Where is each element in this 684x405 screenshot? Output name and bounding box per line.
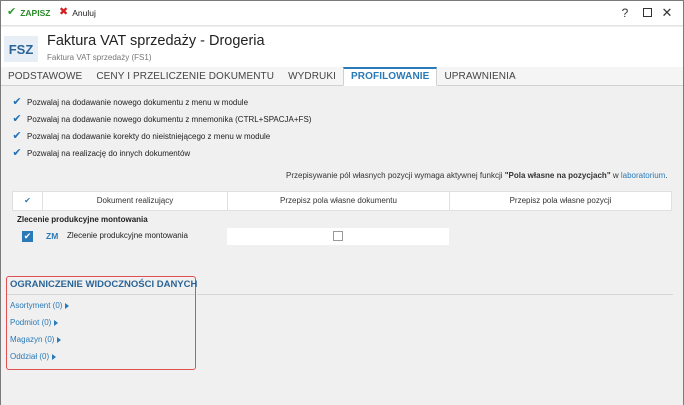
grid-header: ✔ Dokument realizujący Przepisz pola wła…	[12, 191, 672, 211]
filter-label: Asortyment (0)	[10, 301, 63, 310]
document-header: FSZ Faktura VAT sprzedaży - Drogeria Fak…	[1, 27, 683, 67]
filter-asortyment[interactable]: Asortyment (0)	[10, 301, 70, 310]
option-label: Pozwalaj na dodawanie korekty do nieistn…	[27, 131, 271, 141]
tab-profilowanie[interactable]: PROFILOWANIE	[343, 67, 438, 86]
filter-label: Magazyn (0)	[10, 335, 55, 344]
filter-oddzial[interactable]: Oddział (0)	[10, 352, 57, 361]
page-subtitle: Faktura VAT sprzedaży (FS1)	[47, 53, 152, 62]
tab-uprawnienia[interactable]: UPRAWNIENIA	[437, 67, 522, 86]
select-all-checkbox[interactable]: ✔	[13, 192, 43, 210]
table-row[interactable]: ✔ ZM Zlecenie produkcyjne montowania	[12, 228, 672, 245]
checkbox-checked-icon[interactable]: ✔	[12, 113, 22, 124]
tab-wydruki[interactable]: WYDRUKI	[281, 67, 343, 86]
expand-arrow-icon	[65, 302, 70, 309]
expand-arrow-icon	[57, 336, 62, 343]
filter-podmiot[interactable]: Podmiot (0)	[10, 318, 59, 327]
option-add-from-menu[interactable]: ✔ Pozwalaj na dodawanie nowego dokumentu…	[12, 96, 249, 107]
tab-content-profilowanie: ✔ Pozwalaj na dodawanie nowego dokumentu…	[1, 86, 683, 405]
toolbar: ✔ ZAPISZ ✖ Anuluj ? ✕	[1, 1, 683, 26]
filter-label: Podmiot (0)	[10, 318, 52, 327]
document-name: Zlecenie produkcyjne montowania	[67, 231, 188, 240]
option-add-from-mnemonic[interactable]: ✔ Pozwalaj na dodawanie nowego dokumentu…	[12, 113, 312, 124]
checkbox-checked-icon[interactable]: ✔	[12, 96, 22, 107]
document-definition-window: ✔ ZAPISZ ✖ Anuluj ? ✕ FSZ Faktura VAT sp…	[0, 0, 684, 405]
row-checkbox-checked-icon[interactable]: ✔	[22, 231, 33, 242]
section-divider	[197, 294, 673, 295]
save-button[interactable]: ✔ ZAPISZ	[7, 7, 50, 18]
option-label: Pozwalaj na dodawanie nowego dokumentu z…	[27, 97, 249, 107]
copy-doc-fields-checkbox[interactable]	[333, 231, 343, 241]
filter-label: Oddział (0)	[10, 352, 50, 361]
save-label: ZAPISZ	[20, 7, 51, 18]
filter-magazyn[interactable]: Magazyn (0)	[10, 335, 62, 344]
document-type-badge: FSZ	[4, 36, 38, 62]
column-header-document[interactable]: Dokument realizujący	[43, 192, 228, 210]
note-prefix: Przepisywanie pól własnych pozycji wymag…	[286, 171, 505, 180]
doc-fields-cell	[227, 228, 449, 245]
tab-ceny[interactable]: CENY I PRZELICZENIE DOKUMENTU	[89, 67, 281, 86]
checkbox-checked-icon[interactable]: ✔	[12, 130, 22, 141]
section-title: OGRANICZENIE WIDOCZNOŚCI DANYCH	[10, 279, 198, 290]
tab-podstawowe[interactable]: PODSTAWOWE	[1, 67, 89, 86]
checkmark-icon: ✔	[7, 6, 17, 18]
option-label: Pozwalaj na realizację do innych dokumen…	[27, 148, 191, 158]
document-code: ZM	[46, 231, 59, 241]
cancel-label: Anuluj	[72, 7, 96, 18]
laboratorium-link[interactable]: laboratorium	[621, 171, 665, 180]
option-add-correction[interactable]: ✔ Pozwalaj na dodawanie korekty do nieis…	[12, 130, 271, 141]
option-allow-realization[interactable]: ✔ Pozwalaj na realizację do innych dokum…	[12, 147, 191, 158]
column-header-doc-fields[interactable]: Przepisz pola własne dokumentu	[228, 192, 450, 210]
close-x-icon: ✖	[59, 6, 69, 18]
note-mid: w	[610, 171, 621, 180]
note-suffix: .	[665, 171, 668, 180]
maximize-icon[interactable]	[640, 6, 654, 20]
note-feature-name: "Pola własne na pozycjach"	[504, 171, 611, 180]
help-icon[interactable]: ?	[618, 6, 632, 20]
expand-arrow-icon	[52, 353, 57, 360]
custom-fields-note: Przepisywanie pól własnych pozycji wymag…	[286, 171, 668, 180]
cancel-button[interactable]: ✖ Anuluj	[59, 7, 96, 18]
expand-arrow-icon	[54, 319, 59, 326]
column-header-item-fields[interactable]: Przepisz pola własne pozycji	[450, 192, 671, 210]
group-row: Zlecenie produkcyjne montowania	[17, 215, 148, 224]
close-icon[interactable]: ✕	[660, 6, 674, 20]
checkbox-checked-icon[interactable]: ✔	[12, 147, 22, 158]
section-divider	[7, 294, 195, 295]
tab-bar: PODSTAWOWE CENY I PRZELICZENIE DOKUMENTU…	[1, 67, 683, 86]
option-label: Pozwalaj na dodawanie nowego dokumentu z…	[27, 114, 312, 124]
visibility-restriction-section: OGRANICZENIE WIDOCZNOŚCI DANYCH Asortyme…	[6, 276, 198, 370]
page-title: Faktura VAT sprzedaży - Drogeria	[47, 33, 265, 49]
